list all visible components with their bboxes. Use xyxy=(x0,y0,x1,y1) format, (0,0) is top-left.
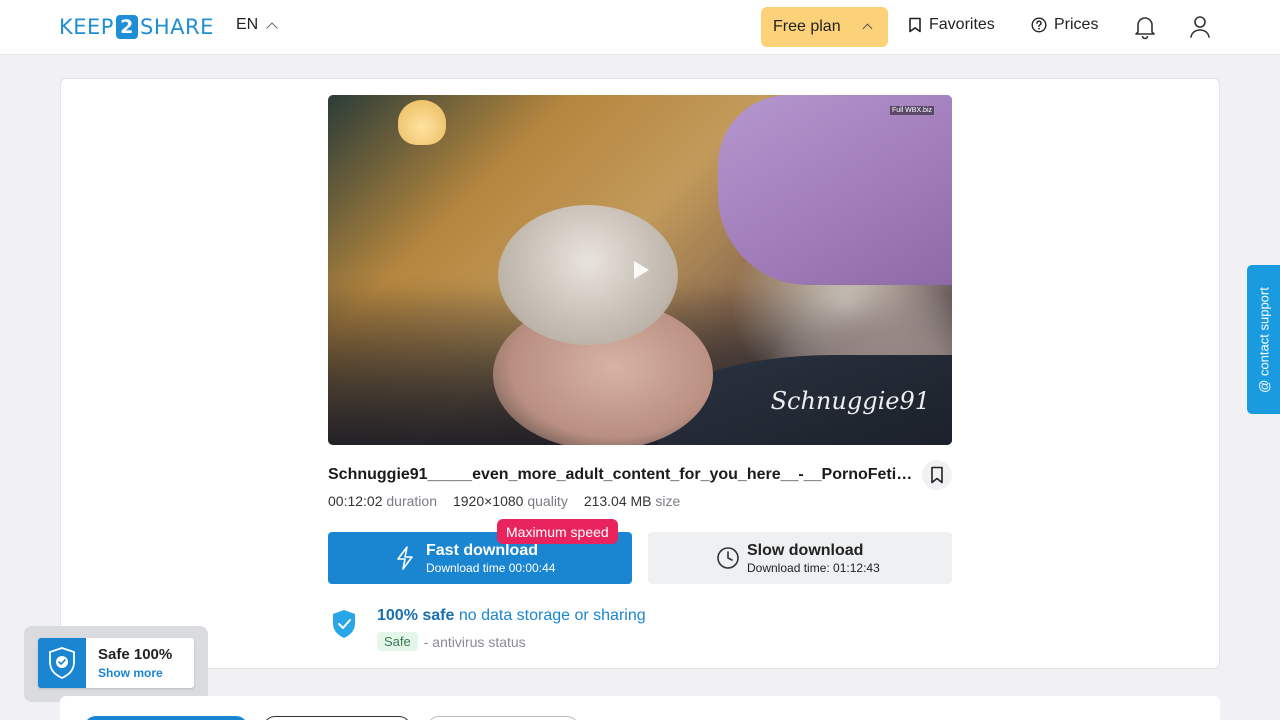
safety-bold: 100% safe xyxy=(377,607,455,624)
question-circle-icon xyxy=(1031,17,1047,33)
fast-download-time: Download time 00:00:44 xyxy=(426,561,556,575)
bell-icon[interactable] xyxy=(1133,14,1157,40)
file-meta: 00:12:02 duration 1920×1080 quality 213.… xyxy=(328,493,680,509)
logo-text-share: SHARE xyxy=(139,15,214,39)
favorites-link[interactable]: Favorites xyxy=(908,16,995,34)
user-icon[interactable] xyxy=(1188,14,1212,40)
plan-label: Free plan xyxy=(773,18,841,35)
maximum-speed-badge: Maximum speed xyxy=(497,519,618,544)
top-header: KEEP 2 SHARE EN Free plan Favorites Pric… xyxy=(0,0,1280,55)
size-meta: 213.04 MB size xyxy=(584,493,681,509)
slow-download-time: Download time: 01:12:43 xyxy=(747,561,880,575)
bottom-tab-2[interactable] xyxy=(263,716,411,720)
safety-statement: 100% safe no data storage or sharing xyxy=(377,607,646,625)
contact-support-tab[interactable]: @ contact support xyxy=(1247,265,1280,414)
size-label: size xyxy=(655,493,681,509)
fast-download-label: Fast download xyxy=(426,542,538,559)
file-title: Schnuggie91_____even_more_adult_content_… xyxy=(328,466,920,483)
safe-widget-inner: Safe 100% Show more xyxy=(38,638,194,688)
safe-widget-show-more-link[interactable]: Show more xyxy=(98,666,163,680)
corner-watermark: Full WBX.biz xyxy=(889,106,934,115)
safety-text: no data storage or sharing xyxy=(458,607,646,624)
safe-widget-title: Safe 100% xyxy=(98,646,173,663)
duration-value: 00:12:02 xyxy=(328,493,383,509)
language-label: EN xyxy=(236,16,259,33)
safe-widget[interactable]: Safe 100% Show more xyxy=(24,626,208,702)
duration-meta: 00:12:02 duration xyxy=(328,493,437,509)
quality-label: quality xyxy=(527,493,568,509)
safe-tag: Safe xyxy=(377,632,418,651)
video-scene-lamp xyxy=(398,100,446,145)
free-plan-button[interactable]: Free plan xyxy=(761,7,888,47)
size-value: 213.04 MB xyxy=(583,493,652,509)
language-selector[interactable]: EN xyxy=(236,16,278,34)
slow-download-label: Slow download xyxy=(747,542,864,559)
shield-check-icon xyxy=(333,610,355,638)
chevron-up-icon xyxy=(266,21,278,34)
quality-value: 1920×1080 xyxy=(452,493,524,509)
logo-text-two: 2 xyxy=(115,15,138,39)
chevron-up-icon xyxy=(862,23,873,34)
video-watermark: Schnuggie91 xyxy=(770,387,930,415)
antivirus-status-text: - antivirus status xyxy=(423,633,526,650)
video-scene-sofa xyxy=(718,95,952,285)
bookmark-icon xyxy=(909,17,921,33)
bookmark-icon xyxy=(931,466,943,484)
logo-text-keep: KEEP xyxy=(59,15,114,39)
bottom-tab-1[interactable] xyxy=(84,716,248,720)
shield-check-icon xyxy=(49,647,75,680)
slow-download-button[interactable]: Slow download Download time: 01:12:43 xyxy=(648,532,952,584)
video-preview[interactable]: Full WBX.biz Schnuggie91 xyxy=(328,95,952,445)
contact-support-label: @ contact support xyxy=(1256,286,1271,393)
prices-link[interactable]: Prices xyxy=(1031,16,1098,34)
favorites-label: Favorites xyxy=(929,16,995,33)
add-to-favorites-button[interactable] xyxy=(922,460,952,490)
prices-label: Prices xyxy=(1054,16,1099,33)
site-logo[interactable]: KEEP 2 SHARE xyxy=(59,14,214,40)
duration-label: duration xyxy=(386,493,437,509)
clock-icon xyxy=(717,547,739,569)
safe-widget-icon-box xyxy=(38,638,86,688)
quality-meta: 1920×1080 quality xyxy=(453,493,568,509)
lightning-icon xyxy=(397,546,413,570)
bottom-tab-3[interactable] xyxy=(427,716,579,720)
play-icon[interactable] xyxy=(634,261,649,279)
antivirus-status: Safe - antivirus status xyxy=(377,632,526,651)
video-scene-hair xyxy=(498,205,678,345)
